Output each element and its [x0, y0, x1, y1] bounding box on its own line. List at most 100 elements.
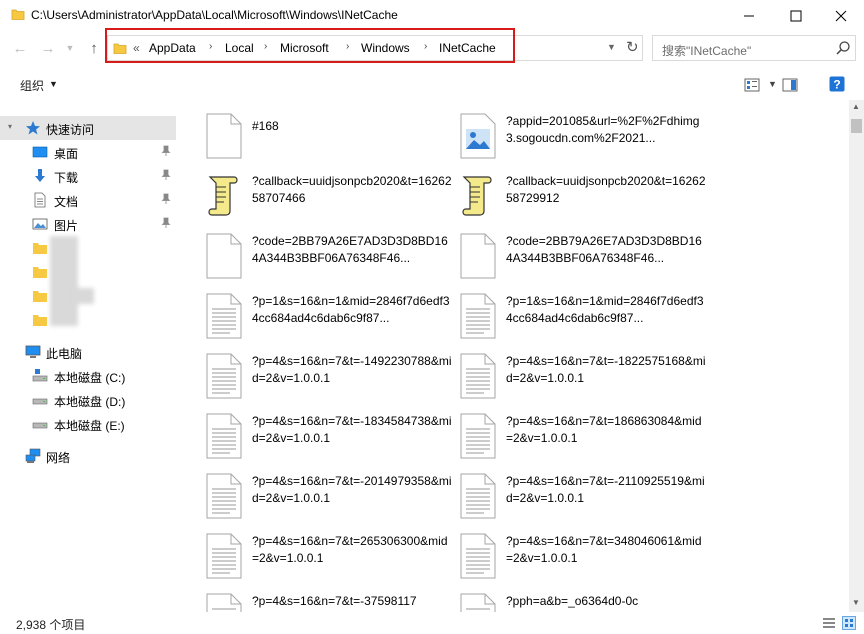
scroll-up-arrow-icon[interactable]: ▲: [852, 102, 860, 111]
file-name: #168: [252, 119, 279, 133]
text-file-icon: [206, 593, 242, 612]
details-view-icon[interactable]: [822, 616, 836, 630]
sidebar-item-label: 快速访问: [46, 123, 95, 137]
file-name: ?code=2BB79A26E7AD3D3D8BD164A344B3BBF06A…: [252, 234, 448, 265]
file-name: ?p=4&s=16&n=7&t=-1822575168&mid=2&v=1.0.…: [506, 354, 706, 385]
file-item[interactable]: ?p=4&s=16&n=7&t=-1492230788&mid=2&v=1.0.…: [206, 353, 460, 413]
file-item[interactable]: ?callback=uuidjsonpcb2020&t=162625870746…: [206, 173, 460, 233]
sidebar-item-label: 此电脑: [46, 347, 83, 361]
recent-locations-button[interactable]: ▼: [64, 38, 76, 58]
file-item[interactable]: ?p=4&s=16&n=7&t=-1834584738&mid=2&v=1.0.…: [206, 413, 460, 473]
search-icon[interactable]: [835, 40, 851, 56]
file-item[interactable]: ?appid=201085&url=%2F%2Fdhimg3.sogoucdn.…: [460, 113, 714, 173]
help-icon[interactable]: ?: [829, 76, 845, 92]
pictures-icon: [32, 218, 48, 230]
expand-arrow-icon[interactable]: ▾: [8, 122, 12, 131]
file-item[interactable]: ?code=2BB79A26E7AD3D3D8BD164A344B3BBF06A…: [206, 233, 460, 293]
breadcrumb-separator-icon[interactable]: ›: [264, 41, 267, 52]
redacted-region: [72, 288, 94, 304]
file-item[interactable]: ?p=4&s=16&n=7&t=-37598117: [206, 593, 460, 612]
chevron-down-icon[interactable]: ▼: [49, 79, 58, 89]
folder-icon[interactable]: [32, 264, 48, 280]
file-name: ?callback=uuidjsonpcb2020&t=162625872991…: [506, 174, 706, 205]
breadcrumb-separator-icon[interactable]: ›: [346, 41, 349, 52]
minimize-icon: [744, 15, 754, 17]
breadcrumb-appdata[interactable]: AppData: [149, 41, 196, 55]
breadcrumb-overflow[interactable]: «: [133, 41, 140, 55]
sidebar-item-documents[interactable]: 文档: [0, 188, 176, 212]
pin-icon[interactable]: [160, 217, 172, 229]
refresh-icon[interactable]: ↻: [626, 38, 639, 56]
pin-icon[interactable]: [160, 169, 172, 181]
minimize-button[interactable]: [726, 0, 772, 32]
file-name: ?code=2BB79A26E7AD3D3D8BD164A344B3BBF06A…: [506, 234, 702, 265]
maximize-icon: [790, 10, 802, 22]
sidebar-item-desktop[interactable]: 桌面: [0, 140, 176, 164]
view-options-icon[interactable]: [744, 77, 760, 93]
file-name: ?pph=a&b=_o6364d0-0c: [506, 594, 639, 608]
back-button[interactable]: ←: [10, 38, 30, 58]
sidebar-item-label: 桌面: [54, 147, 79, 161]
file-item[interactable]: ?p=1&s=16&n=1&mid=2846f7d6edf34cc684ad4c…: [206, 293, 460, 353]
file-item[interactable]: ?p=4&s=16&n=7&t=-1822575168&mid=2&v=1.0.…: [460, 353, 714, 413]
search-input[interactable]: 搜索"INetCache": [652, 35, 856, 61]
organize-button[interactable]: 组织: [20, 77, 44, 94]
text-file-icon: [460, 473, 496, 519]
address-history-dropdown-icon[interactable]: ▼: [607, 42, 616, 52]
file-name: ?p=4&s=16&n=7&t=186863084&mid=2&v=1.0.0.…: [506, 414, 702, 445]
up-button[interactable]: ↑: [84, 38, 104, 58]
file-item[interactable]: ?p=4&s=16&n=7&t=186863084&mid=2&v=1.0.0.…: [460, 413, 714, 473]
chevron-down-icon[interactable]: ▼: [768, 79, 777, 89]
breadcrumb-local[interactable]: Local: [225, 41, 254, 55]
file-item[interactable]: ?p=4&s=16&n=7&t=348046061&mid=2&v=1.0.0.…: [460, 533, 714, 593]
status-bar: 2,938 个项目: [0, 612, 864, 634]
pin-icon[interactable]: [160, 145, 172, 157]
redacted-region: [50, 236, 78, 326]
text-file-icon: [460, 353, 496, 399]
folder-icon[interactable]: [32, 240, 48, 256]
sidebar-item-drive-d[interactable]: 本地磁盘 (D:): [0, 388, 176, 412]
script-file-icon: [206, 173, 242, 219]
sidebar-item-label: 本地磁盘 (E:): [54, 419, 125, 433]
preview-pane-icon[interactable]: [782, 77, 798, 93]
large-icons-view-icon[interactable]: [842, 616, 856, 630]
sidebar-item-label: 文档: [54, 195, 79, 209]
file-list: #168 ?appid=201085&url=%2F%2Fdhimg3.sogo…: [178, 100, 849, 612]
arrow-right-icon: →: [40, 39, 56, 57]
address-bar[interactable]: « AppData › Local › Microsoft › Windows …: [107, 35, 643, 61]
file-item[interactable]: ?p=1&s=16&n=1&mid=2846f7d6edf34cc684ad4c…: [460, 293, 714, 353]
folder-icon[interactable]: [32, 288, 48, 304]
sidebar-item-this-pc[interactable]: 此电脑: [0, 340, 176, 364]
breadcrumb-inetcache[interactable]: INetCache: [439, 41, 496, 55]
sidebar-item-downloads[interactable]: 下载: [0, 164, 176, 188]
address-row: ← → ▼ ↑ « AppData › Local › Microsoft › …: [0, 32, 864, 64]
sidebar-item-label: 本地磁盘 (C:): [54, 371, 126, 385]
file-item[interactable]: ?p=4&s=16&n=7&t=-2110925519&mid=2&v=1.0.…: [460, 473, 714, 533]
vertical-scrollbar[interactable]: ▲ ▼: [849, 100, 864, 612]
breadcrumb-microsoft[interactable]: Microsoft: [280, 41, 329, 55]
sidebar-item-quick-access[interactable]: ▾ 快速访问: [0, 116, 176, 140]
sidebar-item-pictures[interactable]: 图片: [0, 212, 176, 236]
sidebar-item-drive-e[interactable]: 本地磁盘 (E:): [0, 412, 176, 436]
file-item[interactable]: ?callback=uuidjsonpcb2020&t=162625872991…: [460, 173, 714, 233]
forward-button[interactable]: →: [38, 38, 58, 58]
script-file-icon: [460, 173, 496, 219]
file-item[interactable]: ?code=2BB79A26E7AD3D3D8BD164A344B3BBF06A…: [460, 233, 714, 293]
file-item[interactable]: ?p=4&s=16&n=7&t=265306300&mid=2&v=1.0.0.…: [206, 533, 460, 593]
close-button[interactable]: [818, 0, 864, 32]
sidebar-item-drive-c[interactable]: 本地磁盘 (C:): [0, 364, 176, 388]
scrollbar-thumb[interactable]: [851, 119, 862, 133]
scroll-down-arrow-icon[interactable]: ▼: [852, 598, 860, 607]
maximize-button[interactable]: [773, 0, 819, 32]
file-item[interactable]: ?pph=a&b=_o6364d0-0c: [460, 593, 714, 612]
navigation-pane: ▾ 快速访问 桌面 下载 文档 图片 此电脑 本地磁盘 (C:) 本地磁盘 (D…: [0, 100, 178, 612]
file-name: ?p=4&s=16&n=7&t=-1492230788&mid=2&v=1.0.…: [252, 354, 452, 385]
breadcrumb-separator-icon[interactable]: ›: [424, 41, 427, 52]
file-item[interactable]: #168: [206, 113, 460, 173]
folder-icon[interactable]: [32, 312, 48, 328]
breadcrumb-separator-icon[interactable]: ›: [209, 41, 212, 52]
breadcrumb-windows[interactable]: Windows: [361, 41, 410, 55]
pin-icon[interactable]: [160, 193, 172, 205]
file-item[interactable]: ?p=4&s=16&n=7&t=-2014979358&mid=2&v=1.0.…: [206, 473, 460, 533]
sidebar-item-network[interactable]: 网络: [0, 444, 176, 468]
